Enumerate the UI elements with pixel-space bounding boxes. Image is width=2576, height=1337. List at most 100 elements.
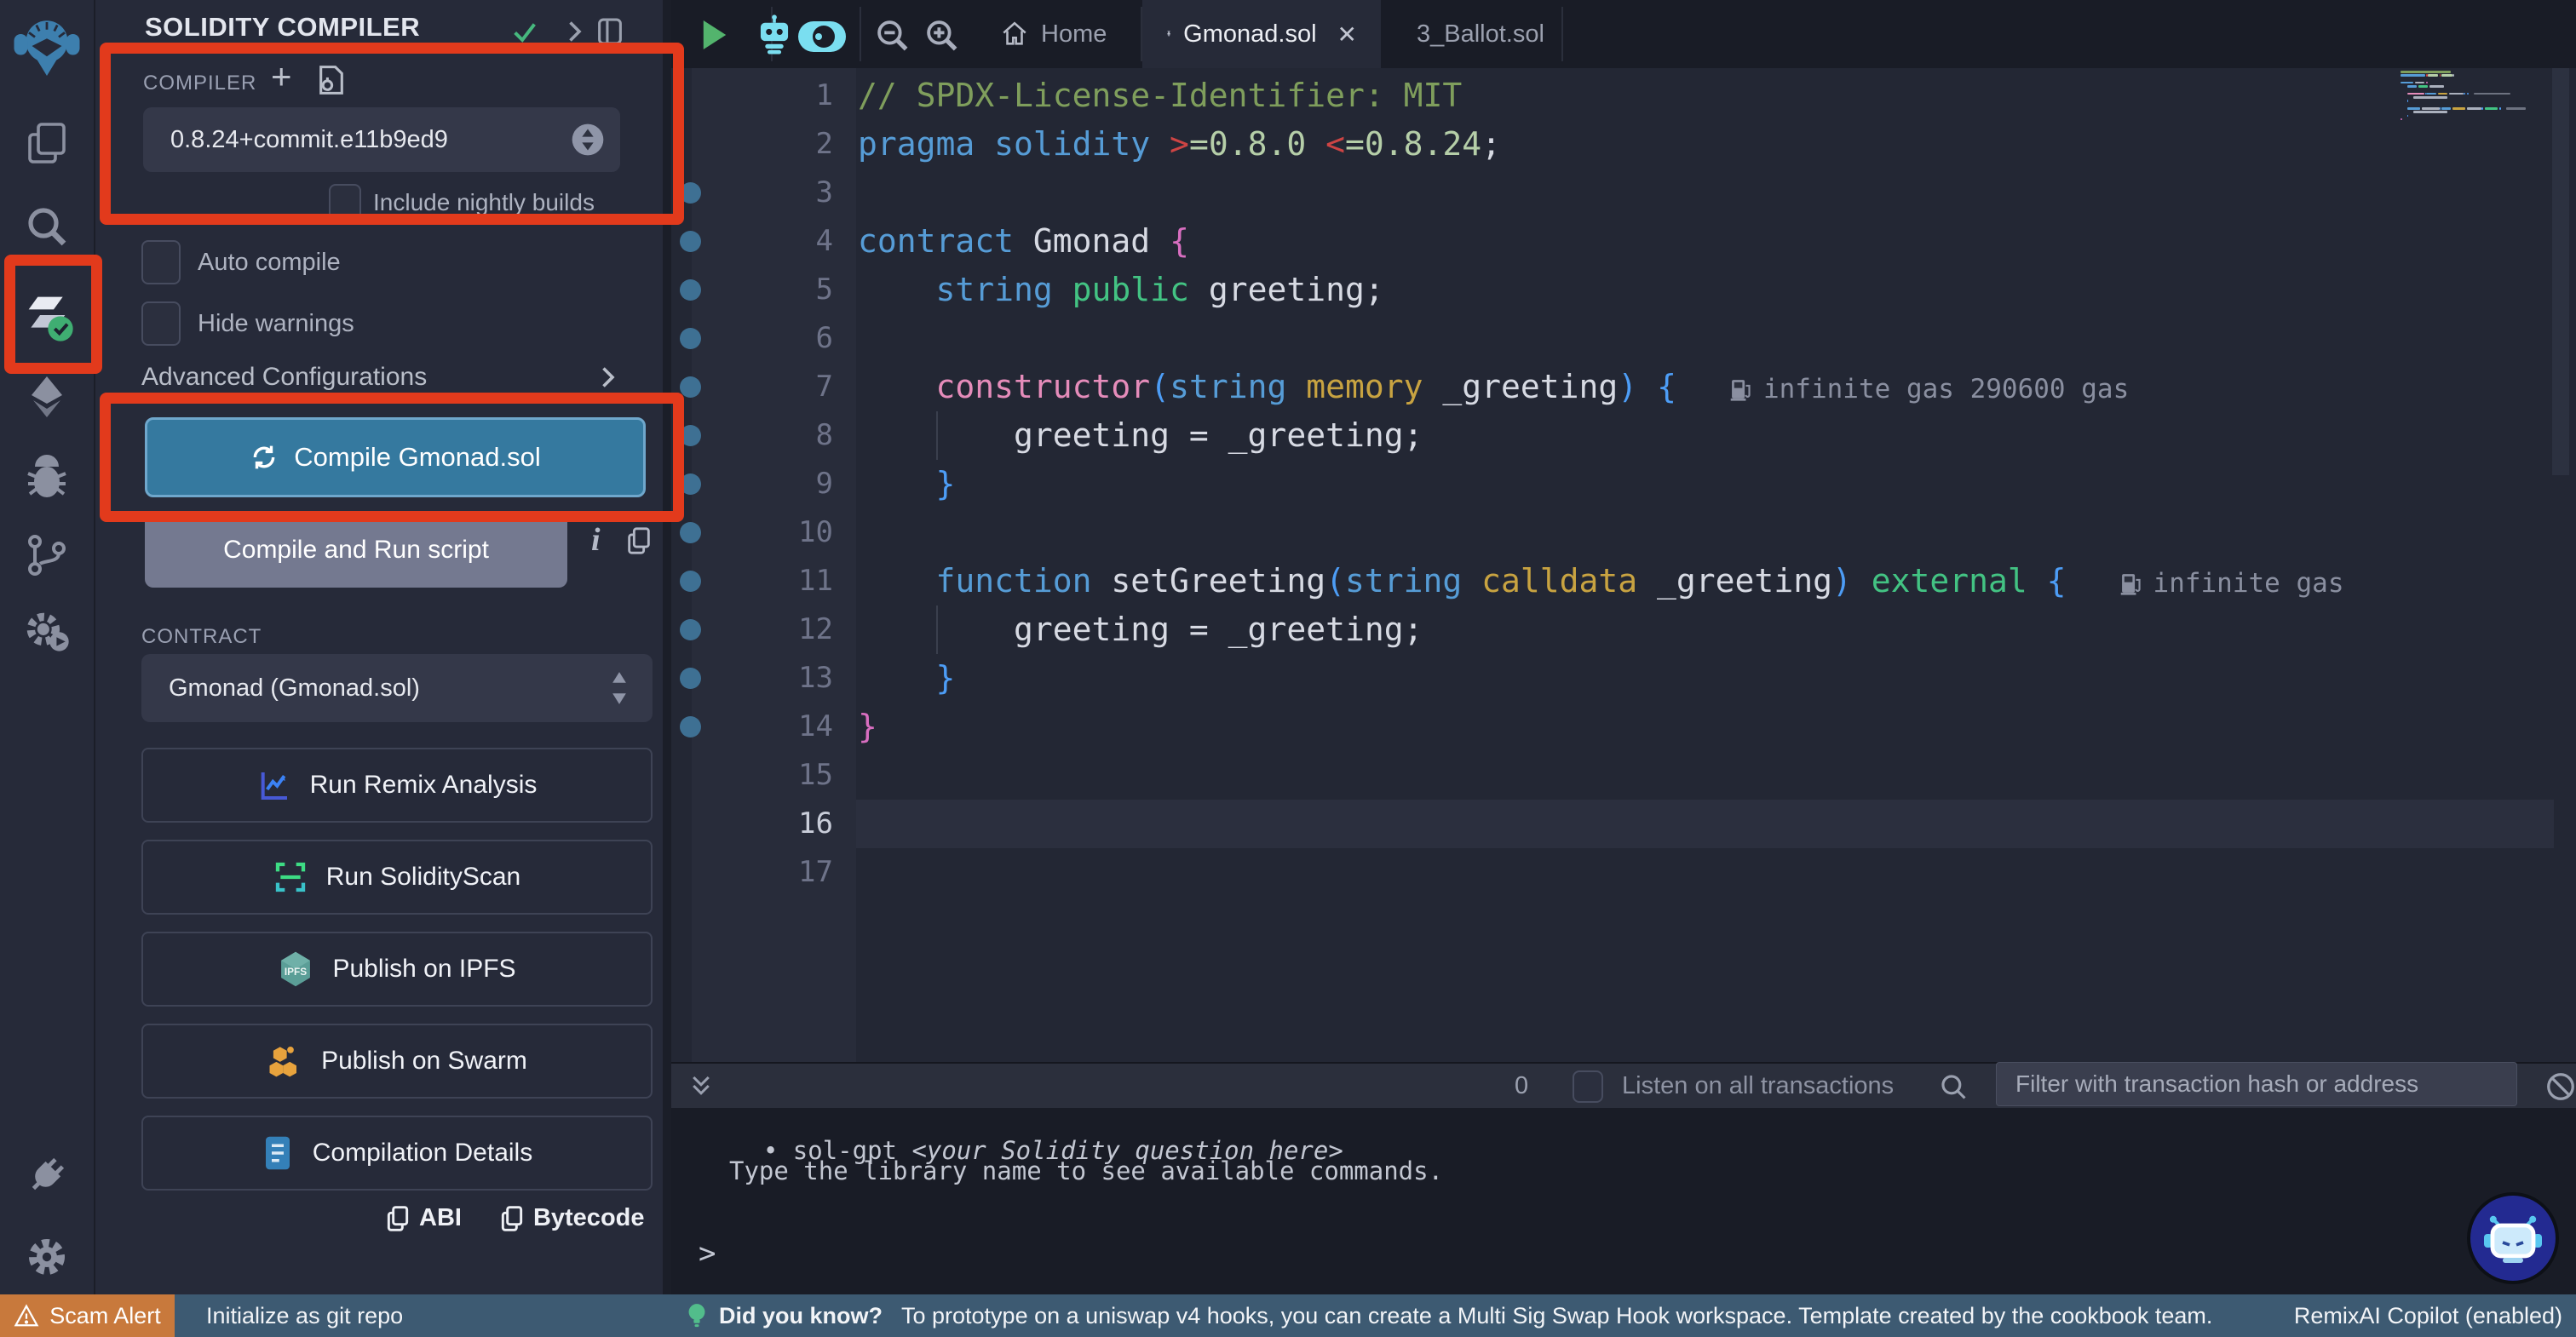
code-line-15[interactable]: 15	[671, 751, 2576, 800]
code-line-3[interactable]: 3	[671, 169, 2576, 217]
panel-separator[interactable]	[663, 0, 671, 1294]
code-line-1[interactable]: 1// SPDX-License-Identifier: MIT	[671, 72, 2576, 120]
compile-button-label: Compile Gmonad.sol	[294, 442, 540, 473]
copy-abi-button[interactable]: ABI	[385, 1204, 462, 1232]
swarm-icon	[267, 1043, 302, 1079]
editor-scrollbar[interactable]	[2552, 68, 2569, 475]
compiler-version-select[interactable]: 0.8.24+commit.e11b9ed9	[143, 107, 620, 172]
panel-title: SOLIDITY COMPILER	[145, 12, 420, 43]
git-icon[interactable]	[0, 531, 94, 579]
remixai-copilot-button[interactable]	[2470, 1196, 2556, 1281]
close-tab-icon[interactable]: ✕	[1337, 20, 1357, 49]
code-line-14[interactable]: 14}	[671, 703, 2576, 751]
settings-icon[interactable]	[0, 1233, 94, 1281]
breakpoint-dot[interactable]	[680, 279, 701, 301]
status-bar: Scam Alert Initialize as git repo Did yo…	[0, 1294, 2576, 1337]
tip-text: To prototype on a uniswap v4 hooks, you …	[901, 1303, 2212, 1329]
remix-logo[interactable]	[0, 10, 94, 82]
listen-transactions-checkbox[interactable]	[1573, 1070, 1603, 1103]
code-line-6[interactable]: 6	[671, 314, 2576, 363]
search-icon[interactable]	[0, 203, 94, 250]
plugin-runner-icon[interactable]	[0, 606, 94, 656]
run-solidityscan-button[interactable]: Run SolidityScan	[141, 840, 653, 915]
breakpoint-dot[interactable]	[680, 231, 701, 252]
code-line-4[interactable]: 4contract Gmonad {	[671, 217, 2576, 266]
breakpoint-dot[interactable]	[680, 619, 701, 640]
compiler-section-label: COMPILER	[143, 72, 256, 95]
breakpoint-dot[interactable]	[680, 376, 701, 398]
editor-topbar: Home Gmonad.sol ✕ 3_Ballot.sol	[671, 0, 2576, 68]
tab-gmonad-sol[interactable]: Gmonad.sol ✕	[1142, 0, 1381, 68]
add-compiler-icon[interactable]: +	[271, 56, 292, 97]
code-line-7[interactable]: 7 constructor(string memory _greeting) {…	[671, 363, 2576, 411]
zoom-out-icon[interactable]	[874, 17, 910, 53]
contract-select[interactable]: Gmonad (Gmonad.sol)	[141, 654, 653, 722]
compile-button[interactable]: Compile Gmonad.sol	[145, 417, 646, 497]
tab-home[interactable]: Home	[976, 0, 1130, 68]
plugin-manager-icon[interactable]	[0, 1151, 94, 1199]
copilot-status-label[interactable]: RemixAI Copilot (enabled)	[2294, 1294, 2562, 1337]
breakpoint-dot[interactable]	[680, 328, 701, 349]
compilation-details-button[interactable]: Compilation Details	[141, 1116, 653, 1191]
code-editor[interactable]: 1// SPDX-License-Identifier: MIT2pragma …	[671, 68, 2576, 1062]
publish-ipfs-button[interactable]: IPFS Publish on IPFS	[141, 932, 653, 1007]
pin-panel-icon[interactable]	[596, 17, 624, 46]
remixai-robot-icon[interactable]	[753, 14, 796, 56]
tab-ballot-sol[interactable]: 3_Ballot.sol	[1381, 0, 1561, 68]
copilot-toggle[interactable]	[797, 20, 847, 53]
copy-icon	[385, 1205, 411, 1232]
run-remix-analysis-button[interactable]: Run Remix Analysis	[141, 748, 653, 823]
terminal-search-icon[interactable]	[1939, 1072, 1968, 1101]
tip-title: Did you know?	[719, 1303, 883, 1329]
code-line-10[interactable]: 10	[671, 508, 2576, 557]
git-init-button[interactable]: Initialize as git repo	[206, 1294, 403, 1337]
code-line-2[interactable]: 2pragma solidity >=0.8.0 <=0.8.24;	[671, 120, 2576, 169]
line-number: 15	[722, 758, 833, 792]
run-solidityscan-label: Run SolidityScan	[326, 863, 520, 892]
compile-and-run-button[interactable]: Compile and Run script	[145, 513, 567, 588]
block-transactions-icon[interactable]	[2545, 1071, 2576, 1102]
breakpoint-dot[interactable]	[680, 522, 701, 543]
code-line-17[interactable]: 17	[671, 848, 2576, 897]
code-line-12[interactable]: 12 greeting = _greeting;	[671, 605, 2576, 654]
deploy-run-icon[interactable]	[0, 373, 94, 421]
editor-minimap[interactable]	[2401, 70, 2550, 132]
copy-script-icon[interactable]	[625, 526, 653, 555]
file-explorer-icon[interactable]	[0, 119, 94, 167]
code-line-5[interactable]: 5 string public greeting;	[671, 266, 2576, 314]
solidity-file-icon	[1166, 20, 1171, 49]
advanced-configurations-toggle[interactable]: Advanced Configurations	[141, 363, 427, 392]
hide-warnings-checkbox[interactable]	[141, 301, 181, 346]
include-nightly-checkbox[interactable]	[329, 184, 361, 220]
code-line-16[interactable]: 16	[671, 800, 2576, 848]
code-line-11[interactable]: 11 function setGreeting(string calldata …	[671, 557, 2576, 605]
code-line-9[interactable]: 9 }	[671, 460, 2576, 508]
advanced-chevron-icon[interactable]	[596, 364, 618, 390]
transaction-filter-input[interactable]: Filter with transaction hash or address	[1996, 1062, 2517, 1106]
code-line-8[interactable]: 8 greeting = _greeting;	[671, 411, 2576, 460]
transaction-count-badge: 0	[1515, 1072, 1528, 1100]
debugger-icon[interactable]	[0, 455, 94, 502]
breakpoint-dot[interactable]	[680, 716, 701, 737]
listen-transactions-label: Listen on all transactions	[1622, 1072, 1894, 1100]
auto-compile-checkbox[interactable]	[141, 240, 181, 284]
info-icon[interactable]: i	[591, 521, 601, 559]
copy-bytecode-button[interactable]: Bytecode	[499, 1204, 645, 1232]
run-script-button[interactable]	[700, 19, 729, 51]
breakpoint-dot[interactable]	[680, 668, 701, 689]
breakpoint-dot[interactable]	[680, 473, 701, 495]
breakpoint-dot[interactable]	[680, 425, 701, 446]
zoom-in-icon[interactable]	[923, 17, 959, 53]
breakpoint-dot[interactable]	[680, 571, 701, 592]
scam-alert-button[interactable]: Scam Alert	[0, 1294, 175, 1337]
solidity-compiler-icon[interactable]	[0, 288, 94, 342]
code-line-13[interactable]: 13 }	[671, 654, 2576, 703]
expand-terminal-icon[interactable]	[688, 1072, 714, 1099]
terminal-prompt[interactable]: >	[699, 1237, 716, 1271]
breakpoint-dot[interactable]	[680, 182, 701, 204]
publish-swarm-button[interactable]: Publish on Swarm	[141, 1024, 653, 1099]
code-text: // SPDX-License-Identifier: MIT	[858, 77, 1462, 114]
compiler-config-file-icon[interactable]	[317, 63, 346, 97]
line-number: 11	[722, 564, 833, 598]
panel-chevron-icon[interactable]	[562, 19, 586, 44]
